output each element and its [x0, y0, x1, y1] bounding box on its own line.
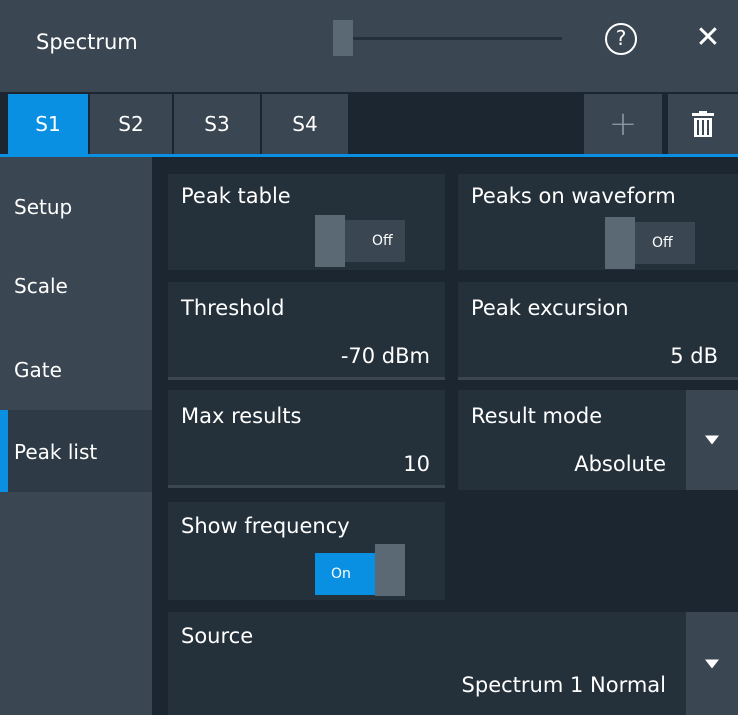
help-icon[interactable]: ? [605, 23, 637, 55]
trash-icon [692, 111, 714, 137]
chevron-down-icon [705, 435, 719, 445]
transparency-slider-track[interactable] [350, 37, 562, 40]
source-value: Spectrum 1 Normal [461, 673, 666, 697]
peak-excursion-underline [458, 377, 738, 380]
sidebar-item-label: Gate [14, 358, 62, 382]
toggle-state: Off [652, 235, 673, 251]
sidebar-item-label: Scale [14, 274, 68, 298]
sidebar-item-gate[interactable]: Gate [0, 330, 152, 412]
tab-s3[interactable]: S3 [174, 94, 260, 154]
toggle-state: On [331, 566, 351, 582]
tab-s2[interactable]: S2 [90, 94, 172, 154]
plus-icon: + [608, 104, 638, 144]
max-results-value: 10 [403, 452, 430, 476]
chevron-down-icon [705, 659, 719, 668]
result-mode-dropdown-button[interactable] [686, 390, 738, 490]
tab-s4[interactable]: S4 [262, 94, 348, 154]
threshold-label: Threshold [181, 296, 285, 320]
sidebar-active-indicator [0, 410, 8, 492]
toggle-knob [315, 215, 345, 267]
sidebar-item-setup[interactable]: Setup [0, 157, 152, 239]
max-results-label: Max results [181, 404, 302, 428]
peak-table-toggle[interactable]: Off [315, 215, 405, 267]
sidebar-item-peak-list[interactable]: Peak list [0, 410, 152, 492]
sidebar-item-label: Peak list [14, 440, 98, 464]
tab-s1[interactable]: S1 [8, 94, 88, 154]
toggle-state: Off [372, 233, 393, 249]
delete-button[interactable] [668, 94, 738, 154]
sidebar-item-scale[interactable]: Scale [0, 252, 152, 334]
source-dropdown[interactable] [168, 612, 738, 715]
threshold-underline [168, 377, 445, 380]
peaks-on-waveform-toggle[interactable]: Off [605, 217, 695, 269]
result-mode-value: Absolute [574, 452, 666, 476]
threshold-value: -70 dBm [340, 344, 430, 368]
peaks-on-waveform-label: Peaks on waveform [471, 184, 676, 208]
source-dropdown-button[interactable] [686, 612, 738, 715]
sidebar-item-label: Setup [14, 195, 73, 219]
show-frequency-toggle[interactable]: On [315, 544, 405, 596]
source-label: Source [181, 624, 254, 648]
result-mode-label: Result mode [471, 404, 603, 428]
close-icon[interactable]: ✕ [690, 20, 726, 56]
max-results-underline [168, 485, 445, 488]
peak-table-label: Peak table [181, 184, 291, 208]
window-title: Spectrum [36, 30, 138, 54]
transparency-slider-handle[interactable] [333, 20, 353, 56]
add-button[interactable]: + [584, 94, 662, 154]
peak-excursion-label: Peak excursion [471, 296, 629, 320]
peak-excursion-value: 5 dB [670, 344, 718, 368]
toggle-knob [605, 217, 635, 269]
show-frequency-label: Show frequency [181, 514, 350, 538]
toggle-knob [375, 544, 405, 596]
